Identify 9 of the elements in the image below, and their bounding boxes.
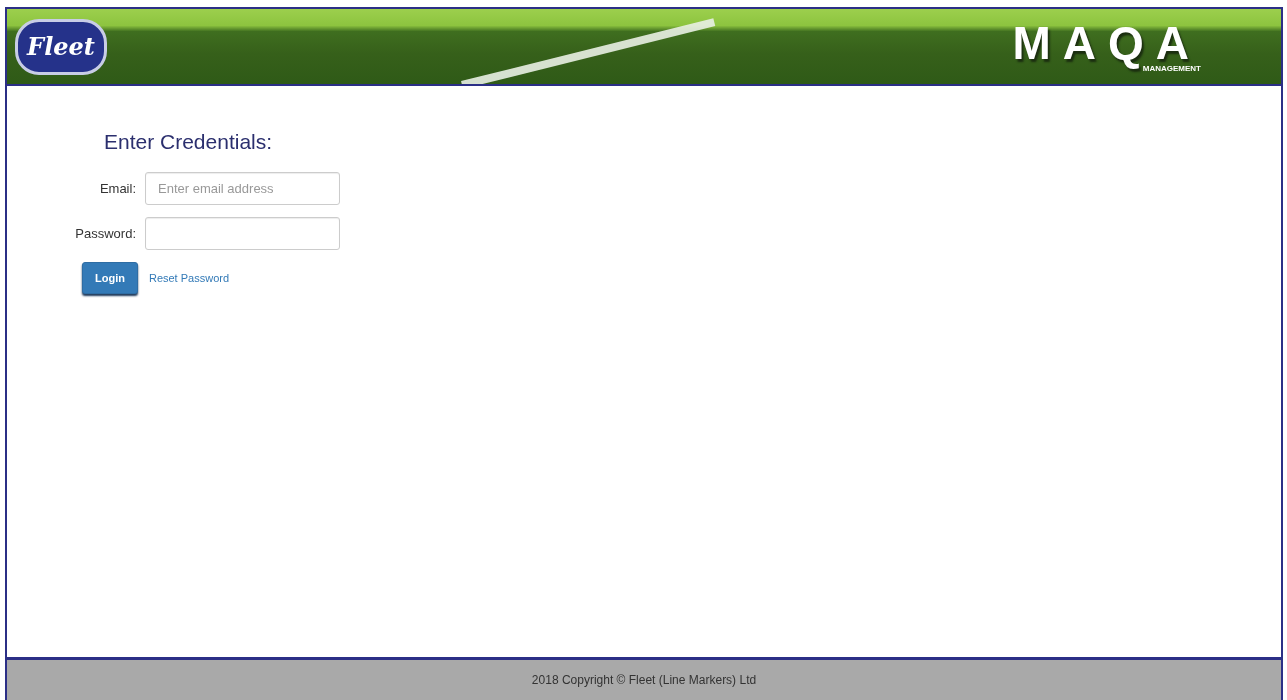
login-button[interactable]: Login xyxy=(82,262,138,294)
fleet-logo: Fleet xyxy=(15,18,107,75)
form-heading: Enter Credentials: xyxy=(104,130,274,154)
field-label: Email: xyxy=(98,181,137,196)
reset-password-link[interactable]: Reset Password xyxy=(148,272,230,284)
email-field[interactable]: Enter email address xyxy=(145,172,340,205)
copyright-text: 2018 Copyright © Fleet (Line Markers) Ltd xyxy=(531,673,757,687)
password-field[interactable] xyxy=(145,217,340,250)
field-label: Password: xyxy=(74,226,137,241)
